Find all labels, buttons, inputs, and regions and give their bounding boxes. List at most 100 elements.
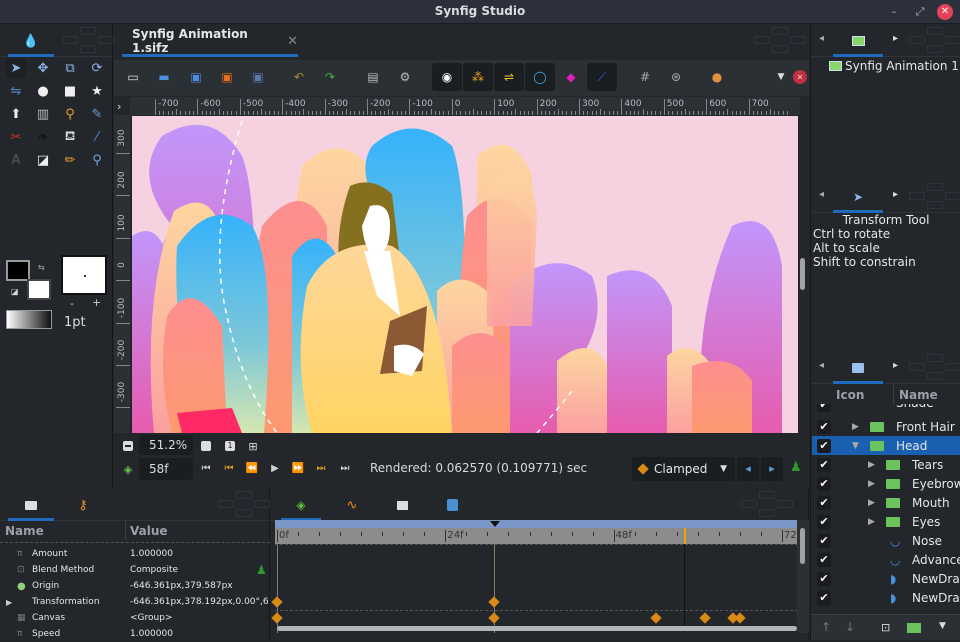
reset-colors-icon[interactable]: ◪ bbox=[11, 287, 19, 296]
fill-color-swatch[interactable] bbox=[27, 279, 51, 300]
open-button[interactable]: ▬ bbox=[153, 66, 175, 88]
gradient-swatch[interactable] bbox=[6, 310, 52, 329]
close-tab-icon[interactable]: ✕ bbox=[287, 34, 298, 49]
zoom-in-button[interactable] bbox=[198, 438, 214, 454]
grid-button[interactable]: # bbox=[634, 66, 656, 88]
size-increase-button[interactable]: + bbox=[92, 296, 101, 309]
dock-grip[interactable] bbox=[62, 27, 114, 55]
toolbar-menu-icon[interactable]: ▼ bbox=[770, 66, 792, 88]
toggle-ducks-button[interactable]: ◉ bbox=[432, 63, 462, 91]
tab-metadata[interactable] bbox=[429, 489, 475, 521]
tab-scroll-right-icon[interactable]: ▸ bbox=[893, 33, 898, 44]
param-row[interactable]: ⊡ Blend Method Composite bbox=[0, 562, 270, 578]
layer-checkbox[interactable]: ✔ bbox=[817, 533, 831, 548]
toggle-tangent-button[interactable]: ⁂ bbox=[463, 63, 493, 91]
layer-row[interactable]: ✔ ▶ Eyes bbox=[812, 512, 960, 531]
layer-checkbox[interactable]: ✔ bbox=[817, 438, 831, 453]
layer-row[interactable]: ✔ ▶ Tears bbox=[812, 455, 960, 474]
layer-row[interactable]: ✔ ▶ Eyebrows bbox=[812, 474, 960, 493]
tab-document[interactable]: Synfig Animation 1.sifz ✕ bbox=[122, 25, 298, 57]
waypoint[interactable] bbox=[488, 596, 501, 608]
text-tool-icon[interactable]: A bbox=[6, 150, 26, 170]
tab-curves[interactable]: ∿ bbox=[329, 489, 375, 521]
layer-checkbox[interactable]: ✔ bbox=[817, 571, 831, 586]
canvas-vscroll[interactable] bbox=[800, 258, 805, 290]
expand-icon[interactable]: ▶ bbox=[868, 460, 875, 470]
expand-icon[interactable]: ▶ bbox=[6, 598, 12, 607]
sketch-tool-icon[interactable]: ◪ bbox=[33, 150, 53, 170]
param-value[interactable]: 1.000000 bbox=[130, 549, 173, 559]
param-value[interactable]: -646.361px,378.192px,0.00°,6 bbox=[130, 597, 269, 607]
minimize-button[interactable]: – bbox=[886, 4, 902, 20]
current-frame-field[interactable]: 58f bbox=[139, 458, 193, 480]
scale-tool-icon[interactable]: ⧉ bbox=[60, 58, 80, 78]
tab-keyframes[interactable] bbox=[379, 489, 425, 521]
close-window-button[interactable]: ✕ bbox=[937, 4, 953, 20]
layer-row[interactable]: ✔ ▼ Head bbox=[812, 436, 960, 455]
gradient-tool-icon[interactable]: ▥ bbox=[33, 104, 53, 124]
star-tool-icon[interactable]: ★ bbox=[87, 81, 107, 101]
layer-row[interactable]: ✔ ▶ Front Hair bbox=[812, 417, 960, 436]
time-range-bar[interactable] bbox=[275, 520, 798, 528]
layer-checkbox[interactable]: ✔ bbox=[817, 495, 831, 510]
mirror-tool-icon[interactable]: ⇋ bbox=[6, 81, 26, 101]
tab-scroll-left-icon[interactable]: ◂ bbox=[819, 360, 824, 371]
animation-mode-icon[interactable]: ◈ bbox=[120, 461, 136, 477]
tab-scroll-right-icon[interactable]: ▸ bbox=[893, 189, 898, 200]
eyedropper-tool-icon[interactable]: ⁄ bbox=[87, 127, 107, 147]
param-row[interactable]: ▦ Canvas <Group> bbox=[0, 610, 270, 626]
rectangle-tool-icon[interactable]: ■ bbox=[60, 81, 80, 101]
layer-row[interactable]: ✔ ◡ Nose bbox=[812, 531, 960, 550]
tab-tool-options[interactable]: ➤ bbox=[829, 181, 887, 213]
canvas[interactable] bbox=[132, 116, 798, 433]
dock-grip[interactable] bbox=[909, 27, 960, 55]
snap-button[interactable]: ⊛ bbox=[665, 66, 687, 88]
swap-colors-icon[interactable]: ⇆ bbox=[38, 263, 45, 272]
layer-row[interactable]: ✔ Shade bbox=[812, 404, 960, 416]
zoom-tool-icon[interactable]: ⚲ bbox=[87, 150, 107, 170]
toggle-skeleton-button[interactable]: ⟋ bbox=[587, 63, 617, 91]
waypoint[interactable] bbox=[699, 612, 711, 624]
transform-tool-icon[interactable]: ➤ bbox=[6, 58, 26, 78]
prev-keyframe-button[interactable]: ⏮ bbox=[221, 460, 237, 476]
zoom-out-button[interactable] bbox=[120, 438, 136, 454]
add-folder-button[interactable] bbox=[907, 623, 921, 633]
new-button[interactable]: ▭ bbox=[122, 66, 144, 88]
toggle-width-button[interactable]: ⇌ bbox=[494, 63, 524, 91]
dock-grip[interactable] bbox=[909, 183, 960, 211]
size-decrease-button[interactable]: - bbox=[70, 297, 74, 310]
canvas-browser-item[interactable]: Synfig Animation 1.sifz bbox=[829, 59, 960, 73]
tab-library[interactable]: ⚷ bbox=[58, 489, 108, 521]
tab-params[interactable] bbox=[4, 489, 58, 521]
tab-toolbox[interactable]: 💧 bbox=[4, 25, 58, 57]
save-all-button[interactable]: ▣ bbox=[247, 66, 269, 88]
play-button[interactable]: ▶ bbox=[267, 460, 283, 476]
dock-grip[interactable] bbox=[909, 354, 960, 382]
collapse-icon[interactable]: ▼ bbox=[852, 441, 859, 451]
tab-timetrack[interactable]: ◈ bbox=[277, 489, 325, 521]
toggle-angle-button[interactable]: ◆ bbox=[560, 66, 582, 88]
more-options-icon[interactable]: ▼ bbox=[939, 621, 946, 631]
smooth-move-tool-icon[interactable]: ✥ bbox=[33, 58, 53, 78]
undo-button[interactable]: ↶ bbox=[288, 66, 310, 88]
dock-grip[interactable] bbox=[741, 491, 793, 519]
time-ruler[interactable] bbox=[275, 528, 798, 544]
param-row[interactable]: π Amount 1.000000 bbox=[0, 546, 270, 562]
layer-checkbox[interactable]: ✔ bbox=[817, 457, 831, 472]
render-button[interactable]: ▤ bbox=[362, 66, 384, 88]
param-value[interactable]: -646.361px,379.587px bbox=[130, 581, 233, 591]
save-button[interactable]: ▣ bbox=[185, 66, 207, 88]
layer-checkbox[interactable]: ✔ bbox=[817, 552, 831, 567]
redo-button[interactable]: ↷ bbox=[319, 66, 341, 88]
column-header-icon[interactable]: Icon bbox=[836, 388, 864, 402]
raise-layer-button[interactable]: ↑ bbox=[821, 620, 831, 634]
layer-row[interactable]: ✔ ▶ Mouth bbox=[812, 493, 960, 512]
timeline[interactable]: 0f 24f 48f 72 bbox=[271, 520, 798, 633]
layer-checkbox[interactable]: ✔ bbox=[817, 476, 831, 491]
chevron-right-icon[interactable]: › bbox=[117, 100, 121, 113]
layer-checkbox[interactable]: ✔ bbox=[817, 590, 831, 605]
prev-frame-button[interactable]: ⏪ bbox=[244, 460, 260, 476]
expand-icon[interactable]: ▶ bbox=[868, 479, 875, 489]
spline-tool-icon[interactable]: ⚲ bbox=[60, 104, 80, 124]
timetrack-hscroll[interactable] bbox=[277, 626, 797, 631]
